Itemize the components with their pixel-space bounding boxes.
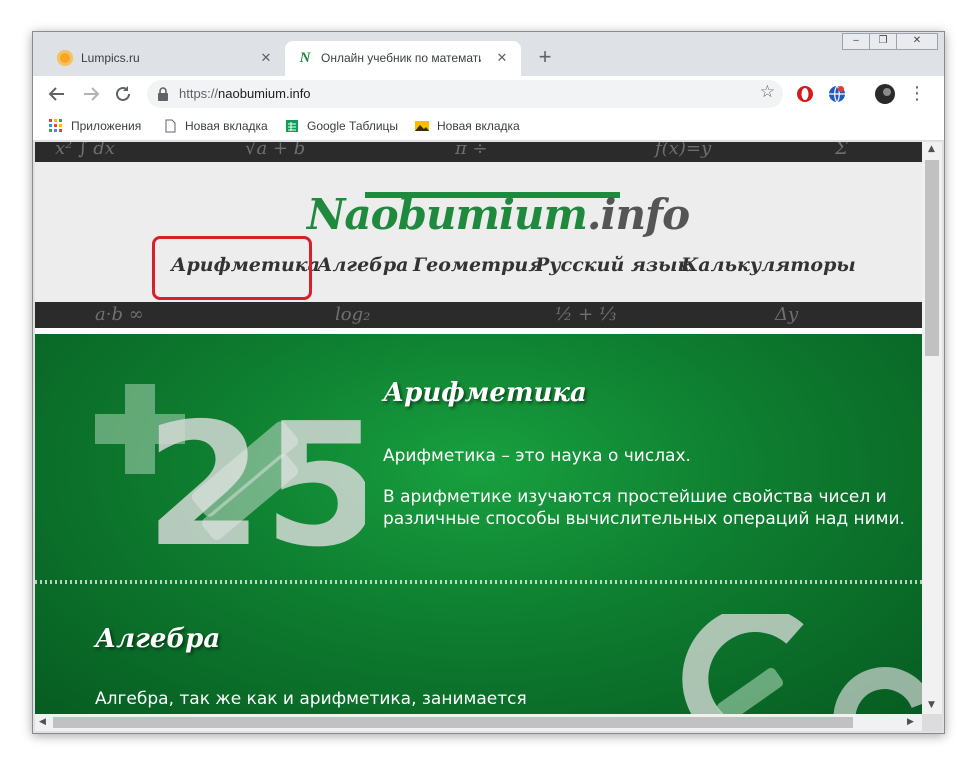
content-area: 25 Арифметика Арифметика – это наука о ч…	[35, 334, 922, 714]
restore-button[interactable]: ❐	[869, 33, 897, 50]
back-arrow-icon[interactable]	[45, 82, 69, 106]
nav-russian[interactable]: Русский язык	[535, 254, 690, 276]
apps-grid-icon	[49, 119, 62, 132]
scroll-left-arrow-icon[interactable]: ◀	[39, 717, 46, 727]
url-text: https://naobumium.info	[179, 86, 311, 101]
opera-extension-icon[interactable]	[793, 82, 817, 106]
section-para-algebra-1: Алгебра, так же как и арифметика, занима…	[95, 689, 527, 709]
page-viewport: x² ∫ dx √a + bπ ÷ f(x)=y Σ Naobumium.info А…	[35, 142, 922, 714]
chalkboard-strip-top: x² ∫ dx √a + bπ ÷ f(x)=y Σ	[35, 142, 922, 162]
horizontal-scrollbar[interactable]: ◀ ▶	[35, 714, 922, 731]
algebra-illustration	[682, 614, 922, 714]
close-tab-icon[interactable]: ✕	[493, 49, 511, 67]
arithmetic-illustration: 25	[95, 384, 365, 564]
scrollbar-corner	[922, 714, 942, 731]
bookmark-label: Новая вкладка	[185, 119, 268, 133]
site-header: x² ∫ dx √a + bπ ÷ f(x)=y Σ Naobumium.info А…	[35, 142, 922, 328]
url-host: naobumium.info	[218, 86, 311, 101]
bookmark-label: Google Таблицы	[307, 119, 399, 133]
tab-lumpics[interactable]: Lumpics.ru ✕	[45, 41, 285, 76]
bookmark-google-sheets[interactable]: Google Таблицы	[285, 118, 398, 134]
logo-domain: .info	[586, 190, 690, 239]
browser-toolbar: https://naobumium.info ☆ ⋮	[33, 76, 944, 112]
minimize-button[interactable]: ‒	[842, 33, 870, 50]
tab-strip: Lumpics.ru ✕ N Онлайн учебник по математ…	[33, 32, 944, 76]
vertical-scroll-thumb[interactable]	[925, 160, 939, 356]
globe-extension-icon[interactable]	[825, 82, 849, 106]
scroll-up-arrow-icon[interactable]: ▲	[928, 144, 935, 154]
sheets-icon	[286, 120, 298, 132]
lock-icon	[158, 87, 168, 101]
chalkboard-strip-bottom: a·b ∞ log₂ ½ + ⅓ Δy	[35, 302, 922, 328]
tab-title: Lumpics.ru	[81, 51, 140, 65]
highlight-box	[152, 236, 312, 300]
page-icon	[165, 119, 176, 133]
image-icon	[415, 121, 429, 131]
menu-kebab-icon[interactable]: ⋮	[905, 82, 929, 106]
scroll-right-arrow-icon[interactable]: ▶	[907, 717, 914, 727]
tab-naobumium[interactable]: N Онлайн учебник по математике ✕	[285, 41, 521, 76]
address-bar[interactable]: https://naobumium.info ☆	[147, 80, 783, 108]
section-title-arithmetic: Арифметика	[383, 378, 587, 408]
site-logo[interactable]: Naobumium.info	[307, 190, 690, 239]
window-controls: ‒ ❐ ✕	[842, 33, 938, 50]
close-window-button[interactable]: ✕	[896, 33, 938, 50]
vertical-scrollbar[interactable]: ▲ ▼	[922, 142, 942, 714]
section-title-algebra: Алгебра	[95, 624, 221, 654]
bookmark-label: Новая вкладка	[437, 119, 520, 133]
scroll-down-arrow-icon[interactable]: ▼	[928, 700, 935, 710]
bookmark-star-icon[interactable]: ☆	[760, 82, 775, 102]
forward-arrow-icon[interactable]	[79, 82, 103, 106]
nav-algebra[interactable]: Алгебра	[317, 254, 408, 276]
url-scheme: https://	[179, 86, 219, 101]
bookmark-new-tab-2[interactable]: Новая вкладка	[415, 118, 520, 134]
nav-geometry[interactable]: Геометрия	[413, 254, 543, 276]
tab-title: Онлайн учебник по математике	[321, 51, 481, 65]
bookmark-label: Приложения	[71, 119, 142, 133]
logo-main: Naobumium	[307, 190, 588, 239]
profile-avatar-icon[interactable]	[873, 82, 897, 106]
nav-calculators[interactable]: Калькуляторы	[681, 254, 856, 276]
lumpics-favicon-icon	[57, 50, 73, 66]
chalk-divider	[35, 580, 922, 584]
close-tab-icon[interactable]: ✕	[257, 49, 275, 67]
bookmark-new-tab-1[interactable]: Новая вкладка	[163, 118, 268, 134]
section-para-arithmetic-2: В арифметике изучаются простейшие свойст…	[383, 487, 905, 529]
horizontal-scroll-thumb[interactable]	[53, 717, 853, 728]
reload-icon[interactable]	[111, 82, 135, 106]
bookmark-apps[interactable]: Приложения	[49, 118, 141, 134]
new-tab-button[interactable]: +	[533, 46, 557, 70]
naobumium-favicon-icon: N	[299, 50, 311, 66]
browser-window: Lumpics.ru ✕ N Онлайн учебник по математ…	[32, 31, 945, 734]
bookmarks-bar: Приложения Новая вкладка Google Таблицы …	[33, 112, 944, 141]
section-para-arithmetic-1: Арифметика – это наука о числах.	[383, 446, 691, 466]
